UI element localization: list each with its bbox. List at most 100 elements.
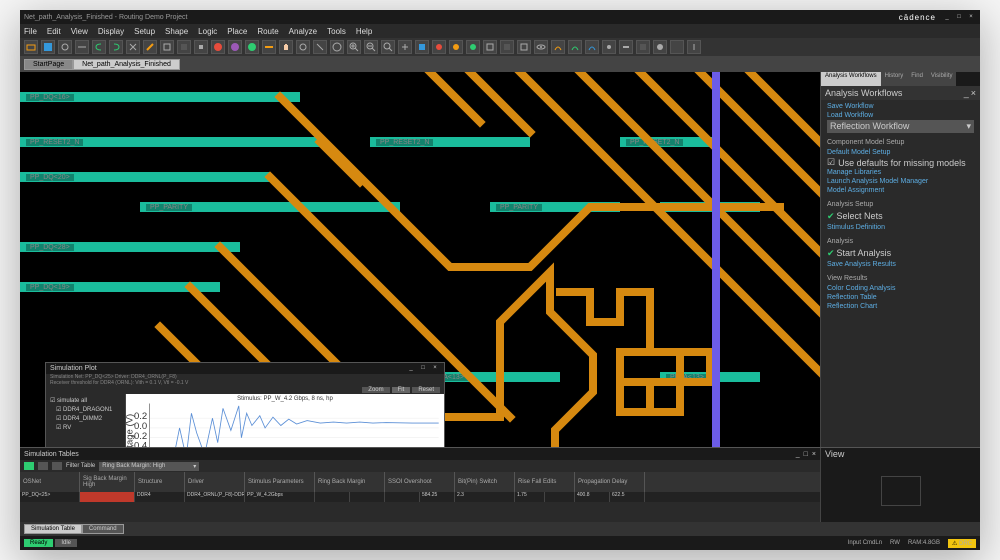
- tool-icon[interactable]: [398, 40, 412, 54]
- rp-tab-history[interactable]: History: [881, 72, 908, 86]
- plot-area[interactable]: Stimulus: PP_W_4.2 Gbps, 8 ns, hp 0.002.…: [126, 394, 444, 447]
- menu-place[interactable]: Place: [227, 27, 247, 36]
- link-select-nets[interactable]: ✔Select Nets: [827, 210, 974, 223]
- menu-analyze[interactable]: Analyze: [289, 27, 317, 36]
- view-thumbnail[interactable]: [881, 476, 921, 506]
- tool-icon[interactable]: [245, 40, 259, 54]
- link-model-assign[interactable]: Model Assignment: [827, 186, 974, 195]
- cut-icon[interactable]: [126, 40, 140, 54]
- pen-icon[interactable]: [143, 40, 157, 54]
- tool-icon[interactable]: [415, 40, 429, 54]
- pcb-canvas[interactable]: PP_DQ<16> PP_RESET2_N PP_RESET2_N PP_RES…: [20, 72, 820, 447]
- link-manage-lib[interactable]: Manage Libraries: [827, 168, 974, 177]
- menu-help[interactable]: Help: [356, 27, 372, 36]
- tool-icon[interactable]: [75, 40, 89, 54]
- col-osnet[interactable]: OSNet: [20, 472, 80, 492]
- drc-badge[interactable]: ⚠ DRC: [948, 539, 976, 548]
- workflow-dropdown[interactable]: Reflection Workflow▾: [827, 120, 974, 133]
- rp-tab-find[interactable]: Find: [907, 72, 927, 86]
- tool-icon[interactable]: [551, 40, 565, 54]
- tab-analysis[interactable]: Net_path_Analysis_Finished: [73, 59, 180, 70]
- col-risefall[interactable]: Rise Fall Edits: [515, 472, 575, 492]
- link-reflection-table[interactable]: Reflection Table: [827, 293, 974, 302]
- tool-icon[interactable]: [619, 40, 633, 54]
- col-structure[interactable]: Structure: [135, 472, 185, 492]
- rp-tab-visibility[interactable]: Visibility: [927, 72, 957, 86]
- sim-min-button[interactable]: _: [406, 363, 416, 373]
- table-max-icon[interactable]: □: [804, 451, 808, 458]
- tool-icon[interactable]: [653, 40, 667, 54]
- menu-logic[interactable]: Logic: [198, 27, 217, 36]
- close-button[interactable]: ×: [966, 12, 976, 22]
- tool-icon[interactable]: [568, 40, 582, 54]
- tool-icon[interactable]: [449, 40, 463, 54]
- zoom-out-icon[interactable]: [364, 40, 378, 54]
- tab-sim-table[interactable]: Simulation Table: [24, 524, 82, 534]
- margin-dropdown[interactable]: Ring Back Margin: High▾: [99, 462, 199, 471]
- menu-edit[interactable]: Edit: [47, 27, 61, 36]
- save-icon[interactable]: [41, 40, 55, 54]
- tab-start[interactable]: StartPage: [24, 59, 73, 70]
- sim-max-button[interactable]: □: [418, 363, 428, 373]
- reset-button[interactable]: Reset: [412, 387, 440, 393]
- menu-tools[interactable]: Tools: [327, 27, 346, 36]
- link-color-coding[interactable]: Color Coding Analysis: [827, 284, 974, 293]
- zoom-button[interactable]: Zoom: [362, 387, 389, 393]
- col-stimulus[interactable]: Stimulus Parameters: [245, 472, 315, 492]
- rp-min-icon[interactable]: _: [964, 88, 969, 98]
- table-min-icon[interactable]: _: [796, 451, 800, 458]
- tool-icon[interactable]: [636, 40, 650, 54]
- tool-icon[interactable]: [58, 40, 72, 54]
- save-workflow-link[interactable]: Save Workflow: [827, 102, 974, 111]
- col-ssoi[interactable]: SSOI Overshoot: [385, 472, 455, 492]
- tool-icon[interactable]: [432, 40, 446, 54]
- link-reflection-chart[interactable]: Reflection Chart: [827, 302, 974, 311]
- link-save-results[interactable]: Save Analysis Results: [827, 260, 974, 269]
- col-driver[interactable]: Driver: [185, 472, 245, 492]
- tool-icon[interactable]: [670, 40, 684, 54]
- status-ready[interactable]: Ready: [24, 539, 53, 547]
- menu-shape[interactable]: Shape: [165, 27, 188, 36]
- tool-icon[interactable]: [228, 40, 242, 54]
- tool-icon[interactable]: [517, 40, 531, 54]
- tree-item[interactable]: ☑ DDR4_DRAGON1: [48, 405, 123, 414]
- link-stimulus[interactable]: Stimulus Definition: [827, 223, 974, 232]
- menu-route[interactable]: Route: [257, 27, 278, 36]
- status-idle[interactable]: Idle: [55, 539, 77, 547]
- redo-icon[interactable]: [109, 40, 123, 54]
- tree-root[interactable]: ☑ simulate all: [48, 396, 123, 405]
- checkbox-defaults[interactable]: ☑Use defaults for missing models: [827, 157, 974, 168]
- col-ringback[interactable]: Ring Back Margin: [315, 472, 385, 492]
- tree-item[interactable]: ☑ RV: [48, 423, 123, 432]
- tool-icon[interactable]: [500, 40, 514, 54]
- rp-tab-workflows[interactable]: Analysis Workflows: [821, 72, 881, 86]
- zoom-fit-icon[interactable]: [381, 40, 395, 54]
- tool-icon[interactable]: [296, 40, 310, 54]
- rp-close-icon[interactable]: ×: [971, 88, 976, 98]
- load-workflow-link[interactable]: Load Workflow: [827, 111, 974, 120]
- tool-icon[interactable]: [211, 40, 225, 54]
- table-close-icon[interactable]: ×: [812, 451, 816, 458]
- col-bitpin[interactable]: Bit(Pin) Switch: [455, 472, 515, 492]
- tool-icon[interactable]: [330, 40, 344, 54]
- menu-file[interactable]: File: [24, 27, 37, 36]
- tool-icon[interactable]: [483, 40, 497, 54]
- link-launch-amm[interactable]: Launch Analysis Model Manager: [827, 177, 974, 186]
- tree-item[interactable]: ☑ DDR4_DIMM2: [48, 414, 123, 423]
- undo-icon[interactable]: [92, 40, 106, 54]
- tool-icon[interactable]: [585, 40, 599, 54]
- zoom-in-icon[interactable]: [347, 40, 361, 54]
- link-start-analysis[interactable]: ✔Start Analysis: [827, 247, 974, 260]
- col-prop[interactable]: Propagation Delay: [575, 472, 645, 492]
- link-default-setup[interactable]: Default Model Setup: [827, 148, 974, 157]
- tool-icon[interactable]: [194, 40, 208, 54]
- tool-icon[interactable]: [602, 40, 616, 54]
- tool-icon[interactable]: [313, 40, 327, 54]
- col-margin[interactable]: Sig Back Margin High: [80, 472, 135, 492]
- fit-button[interactable]: Fit: [392, 387, 411, 393]
- hand-icon[interactable]: [279, 40, 293, 54]
- tab-command[interactable]: Command: [82, 524, 124, 534]
- menu-setup[interactable]: Setup: [134, 27, 155, 36]
- open-icon[interactable]: [24, 40, 38, 54]
- tool-icon[interactable]: [466, 40, 480, 54]
